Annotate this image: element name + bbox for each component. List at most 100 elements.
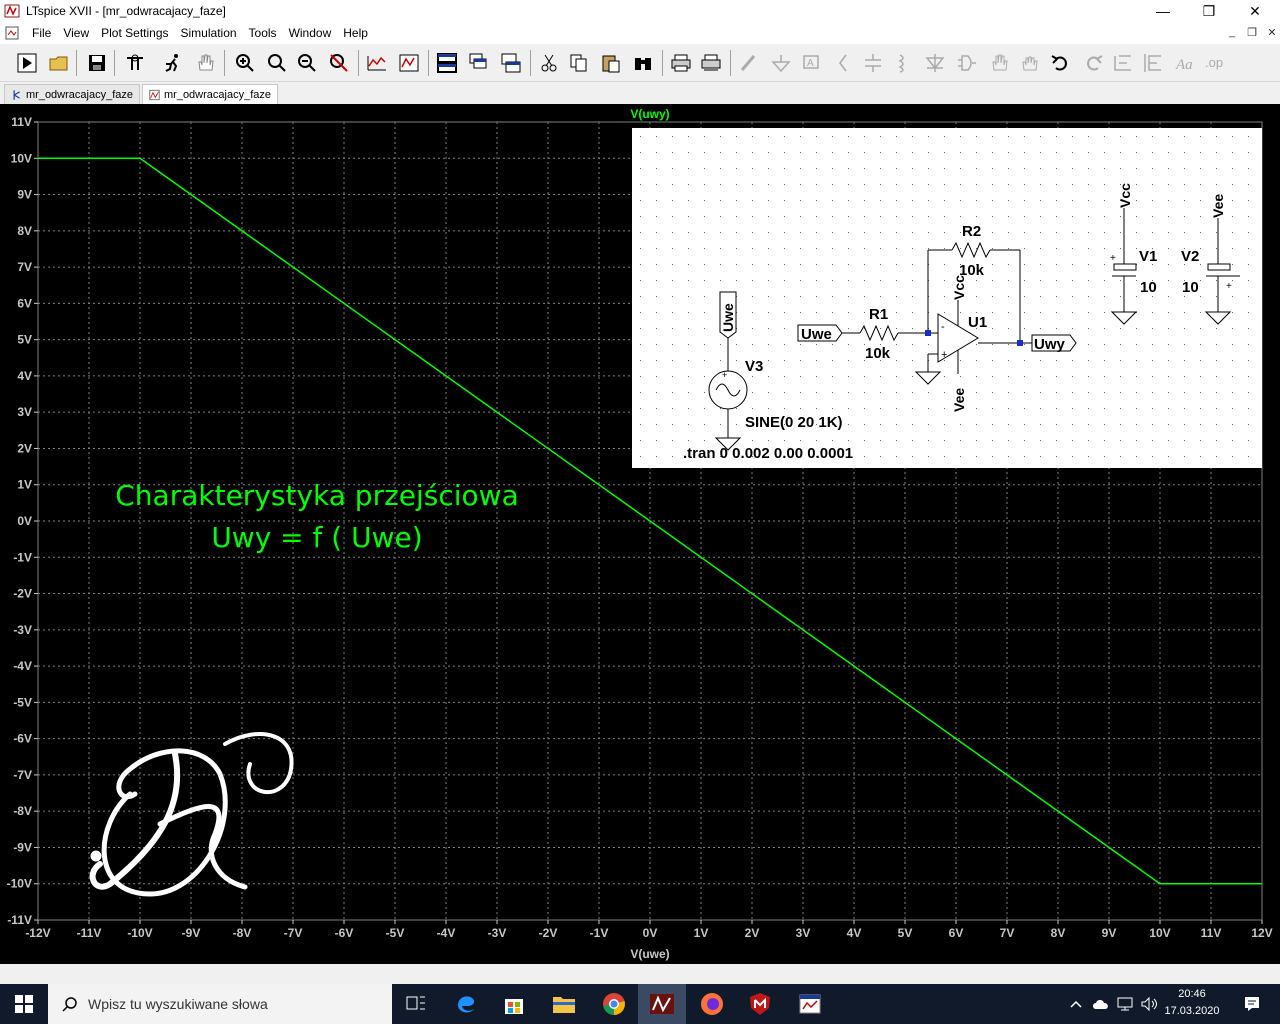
clock-time[interactable]: 20:46 bbox=[1162, 988, 1222, 1000]
firefox-icon[interactable] bbox=[688, 984, 736, 1024]
close-button[interactable]: ✕ bbox=[1232, 0, 1278, 22]
net-label-uwe-input: Uwe bbox=[801, 326, 832, 343]
y-tick-label: 3V bbox=[17, 405, 32, 419]
drag-hand-icon[interactable] bbox=[1016, 50, 1042, 76]
redo-icon[interactable] bbox=[1080, 50, 1106, 76]
rotate-icon[interactable] bbox=[1110, 50, 1136, 76]
tile-horizontal-icon[interactable] bbox=[434, 50, 460, 76]
task-view-icon[interactable] bbox=[392, 984, 440, 1024]
ltspice-taskbar-icon[interactable] bbox=[638, 984, 686, 1024]
waveform-plot[interactable]: -12V -11V -10V -9V -8V -7V -6V -5V -4V -3V -2V -1V 0… bbox=[0, 104, 1280, 964]
v2-name: V2 bbox=[1181, 248, 1199, 265]
menu-simulation[interactable]: Simulation bbox=[175, 26, 243, 40]
x-tick-label: -1V bbox=[590, 926, 609, 940]
tran-directive[interactable]: .tran 0 0.002 0.00 0.0001 bbox=[683, 445, 853, 462]
capacitor-icon[interactable] bbox=[860, 50, 886, 76]
taskbar-search-input[interactable]: Wpisz tu wyszukiwane słowa bbox=[48, 984, 392, 1024]
x-axis-label: V(uwe) bbox=[630, 947, 669, 961]
svg-text:+: + bbox=[1110, 253, 1116, 264]
chrome-icon[interactable] bbox=[590, 984, 638, 1024]
save-icon[interactable] bbox=[84, 50, 110, 76]
spice-directive-icon[interactable]: .op bbox=[1202, 50, 1228, 76]
draw-wire-icon[interactable] bbox=[736, 50, 762, 76]
app-window-icon[interactable] bbox=[786, 984, 834, 1024]
store-icon[interactable] bbox=[490, 984, 538, 1024]
v2-value: 10 bbox=[1182, 279, 1199, 296]
find-icon[interactable] bbox=[630, 50, 656, 76]
ltspice-icon bbox=[4, 4, 20, 18]
annotation-line-2: Uwy = f ( Uwe) bbox=[211, 521, 422, 554]
file-explorer-icon[interactable] bbox=[540, 984, 588, 1024]
clock-date[interactable]: 17.03.2020 bbox=[1160, 1005, 1224, 1017]
zoom-out-icon[interactable] bbox=[294, 50, 320, 76]
x-tick-label: 1V bbox=[694, 926, 709, 940]
chevron-up-icon[interactable] bbox=[1062, 984, 1090, 1024]
resistor-icon[interactable] bbox=[830, 50, 856, 76]
svg-text:+: + bbox=[1226, 281, 1232, 292]
edge-icon[interactable] bbox=[442, 984, 490, 1024]
move-hand-icon[interactable] bbox=[986, 50, 1012, 76]
print-icon[interactable] bbox=[668, 50, 694, 76]
ground-icon[interactable] bbox=[768, 50, 794, 76]
menu-window[interactable]: Window bbox=[283, 26, 338, 40]
tile-vertical-icon[interactable] bbox=[498, 50, 524, 76]
menu-view[interactable]: View bbox=[57, 26, 95, 40]
y-tick-label: -10V bbox=[7, 877, 32, 891]
x-tick-label: 6V bbox=[949, 926, 964, 940]
text-icon[interactable]: Aa bbox=[1172, 50, 1198, 76]
mcafee-icon[interactable] bbox=[736, 984, 784, 1024]
v1-name: V1 bbox=[1139, 248, 1157, 265]
r1-value: 10k bbox=[865, 345, 891, 362]
hand-icon[interactable] bbox=[192, 50, 218, 76]
mdi-minimize-button[interactable]: _ bbox=[1222, 26, 1242, 38]
document-icon[interactable] bbox=[4, 25, 20, 41]
cascade-icon[interactable] bbox=[466, 50, 492, 76]
r2-name: R2 bbox=[962, 223, 981, 240]
diode-icon[interactable] bbox=[922, 50, 948, 76]
undo-icon[interactable] bbox=[1048, 50, 1074, 76]
copy-icon[interactable] bbox=[566, 50, 592, 76]
minimize-button[interactable]: — bbox=[1140, 0, 1186, 22]
component-icon[interactable] bbox=[954, 50, 980, 76]
y-tick-label: 2V bbox=[17, 441, 32, 455]
open-folder-icon[interactable] bbox=[46, 50, 72, 76]
net-label-vcc-v1: Vcc bbox=[1117, 183, 1133, 208]
control-panel-icon[interactable] bbox=[122, 50, 148, 76]
x-tick-label: 9V bbox=[1102, 926, 1117, 940]
inductor-icon[interactable] bbox=[890, 50, 916, 76]
menu-help[interactable]: Help bbox=[337, 26, 374, 40]
svg-text:+: + bbox=[941, 349, 947, 361]
v3-name: V3 bbox=[745, 358, 763, 375]
run-figure-icon[interactable] bbox=[160, 50, 186, 76]
cut-icon[interactable] bbox=[536, 50, 562, 76]
restore-button[interactable]: ❐ bbox=[1186, 0, 1232, 22]
plot-settings-icon[interactable] bbox=[396, 50, 422, 76]
y-tick-label: -5V bbox=[13, 695, 32, 709]
title-bar: LTspice XVII - [mr_odwracajacy_faze] bbox=[0, 0, 1280, 22]
tab-schematic[interactable]: mr_odwracajacy_faze bbox=[4, 84, 140, 104]
paste-icon[interactable] bbox=[598, 50, 624, 76]
mdi-restore-button[interactable]: ❐ bbox=[1242, 26, 1262, 39]
mdi-close-button[interactable]: ✕ bbox=[1262, 26, 1280, 39]
trace-title[interactable]: V(uwy) bbox=[630, 107, 669, 121]
menu-tools[interactable]: Tools bbox=[243, 26, 283, 40]
print-setup-icon[interactable] bbox=[698, 50, 724, 76]
schematic-inset[interactable]: Uwe + V3 SINE(0 20 1K) .tran 0 0.002 0.0… bbox=[632, 128, 1262, 468]
y-tick-label: 7V bbox=[17, 260, 32, 274]
zoom-cancel-icon[interactable] bbox=[326, 50, 352, 76]
zoom-in-icon[interactable] bbox=[232, 50, 258, 76]
onedrive-icon[interactable] bbox=[1088, 984, 1114, 1024]
volume-icon[interactable] bbox=[1136, 984, 1162, 1024]
tab-waveform[interactable]: mr_odwracajacy_faze bbox=[142, 84, 278, 104]
windows-start-icon[interactable] bbox=[0, 984, 48, 1024]
x-tick-label: 12V bbox=[1251, 926, 1272, 940]
zoom-fit-icon[interactable] bbox=[264, 50, 290, 76]
mirror-icon[interactable] bbox=[1140, 50, 1166, 76]
run-icon[interactable] bbox=[14, 50, 40, 76]
autorange-icon[interactable] bbox=[364, 50, 390, 76]
label-net-icon[interactable]: A bbox=[798, 50, 824, 76]
menu-file[interactable]: File bbox=[26, 26, 57, 40]
notifications-icon[interactable] bbox=[1228, 984, 1276, 1024]
menu-plot-settings[interactable]: Plot Settings bbox=[95, 26, 174, 40]
network-icon[interactable] bbox=[1112, 984, 1138, 1024]
